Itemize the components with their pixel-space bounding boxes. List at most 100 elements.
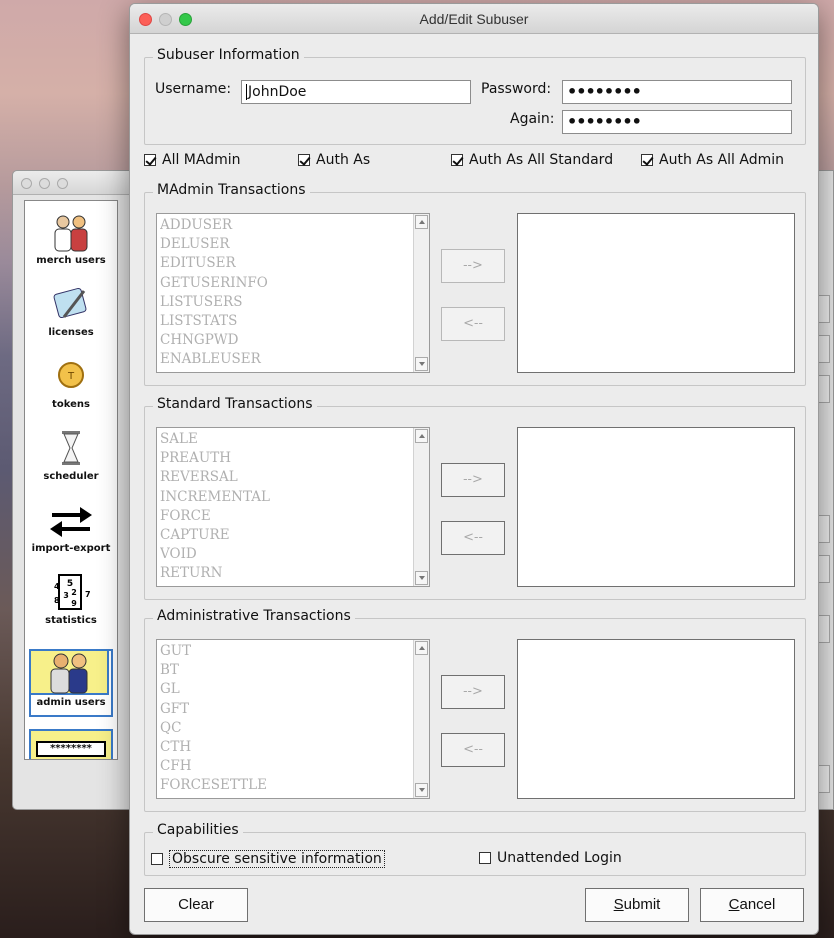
certificate-icon — [46, 285, 96, 325]
list-item[interactable]: CFH — [160, 757, 411, 776]
scroll-up-icon[interactable] — [415, 215, 428, 229]
list-item[interactable]: FORCE — [160, 507, 411, 526]
svg-text:4: 4 — [54, 582, 60, 591]
obscure-sensitive-checkbox[interactable]: Obscure sensitive information — [151, 850, 385, 868]
scroll-down-icon[interactable] — [415, 571, 428, 585]
list-item[interactable]: CAPTURE — [160, 526, 411, 545]
users-icon — [46, 213, 96, 253]
username-value: JohnDoe — [248, 84, 307, 100]
madmin-items: ADDUSER DELUSER EDITUSER GETUSERINFO LISTUSE… — [160, 216, 411, 372]
madmin-available-list[interactable]: ADDUSER DELUSER EDITUSER GETUSERINFO LISTUSE… — [156, 213, 430, 373]
username-field[interactable]: JohnDoe — [241, 80, 471, 104]
password-again-field[interactable]: •••••••• — [562, 110, 792, 134]
sidebar-item-import-export[interactable]: import-export — [25, 497, 117, 569]
unattended-login-checkbox[interactable]: Unattended Login — [479, 850, 622, 866]
administrative-scrollbar[interactable] — [413, 640, 429, 798]
maximize-window-button[interactable] — [179, 13, 192, 26]
list-item[interactable]: CHNGPWD — [160, 331, 411, 350]
standard-transactions-title: Standard Transactions — [153, 396, 317, 412]
cancel-button[interactable]: Cancel — [700, 888, 804, 922]
standard-remove-button[interactable]: <-- — [441, 521, 505, 555]
username-label: Username: — [155, 81, 232, 97]
scroll-down-icon[interactable] — [415, 783, 428, 797]
submit-mnemonic: S — [613, 896, 624, 913]
list-item[interactable]: LISTSTATS — [160, 312, 411, 331]
svg-text:T: T — [67, 371, 75, 382]
list-item[interactable]: VOID — [160, 545, 411, 564]
list-item[interactable]: GUT — [160, 642, 411, 661]
password-mask-label: ******** — [36, 741, 106, 757]
standard-selected-list[interactable] — [517, 427, 795, 587]
sidebar-item-statistics[interactable]: 5239487 statistics — [25, 569, 117, 641]
list-item[interactable]: RETURN — [160, 564, 411, 583]
scroll-up-icon[interactable] — [415, 641, 428, 655]
list-item[interactable]: DELUSER — [160, 235, 411, 254]
list-item[interactable]: FORCESETTLE — [160, 776, 411, 795]
scroll-up-icon[interactable] — [415, 429, 428, 443]
auth-as-all-admin-checkbox[interactable]: Auth As All Admin — [641, 152, 784, 168]
auth-as-all-standard-label: Auth As All Standard — [469, 152, 614, 168]
sidebar-item-merch-users[interactable]: merch users — [25, 209, 117, 281]
sidebar-item-admin-users[interactable]: admin users — [29, 649, 113, 717]
list-item[interactable]: PREAUTH — [160, 449, 411, 468]
list-item[interactable]: LISTUSERS — [160, 293, 411, 312]
standard-scrollbar[interactable] — [413, 428, 429, 586]
administrative-available-list[interactable]: GUT BT GL GFT QC CTH CFH FORCESETTLE — [156, 639, 430, 799]
close-window-button[interactable] — [139, 13, 152, 26]
standard-available-list[interactable]: SALE PREAUTH REVERSAL INCREMENTAL FORCE CAPTU… — [156, 427, 430, 587]
all-madmin-checkbox[interactable]: All MAdmin — [144, 152, 241, 168]
list-item[interactable]: BT — [160, 661, 411, 680]
svg-text:3: 3 — [63, 591, 69, 600]
password-field[interactable]: •••••••• — [562, 80, 792, 104]
cancel-label: ancel — [739, 896, 776, 913]
checkbox-checked-icon — [451, 154, 463, 166]
auth-as-all-admin-label: Auth As All Admin — [659, 152, 785, 168]
statistics-icon: 5239487 — [46, 573, 96, 613]
list-item[interactable]: SALE — [160, 430, 411, 449]
list-item[interactable]: GFT — [160, 700, 411, 719]
auth-as-checkbox[interactable]: Auth As — [298, 152, 370, 168]
hourglass-icon — [46, 429, 96, 469]
auth-as-label: Auth As — [316, 152, 371, 168]
sidebar-item-tokens[interactable]: T tokens — [25, 353, 117, 425]
checkbox-checked-icon — [144, 154, 156, 166]
password-label: Password: — [481, 81, 552, 97]
madmin-selected-list[interactable] — [517, 213, 795, 373]
list-item[interactable]: CTH — [160, 738, 411, 757]
minimize-window-button[interactable] — [159, 13, 172, 26]
sidebar-item-licenses[interactable]: licenses — [25, 281, 117, 353]
sidebar-item-password[interactable]: ******** — [29, 729, 113, 759]
administrative-transactions-title: Administrative Transactions — [153, 608, 355, 624]
list-item[interactable]: ADDUSER — [160, 216, 411, 235]
list-item[interactable]: REVERSAL — [160, 468, 411, 487]
checkbox-unchecked-icon — [151, 853, 163, 865]
administrative-add-button[interactable]: --> — [441, 675, 505, 709]
standard-add-button[interactable]: --> — [441, 463, 505, 497]
madmin-remove-button[interactable]: <-- — [441, 307, 505, 341]
auth-as-all-standard-checkbox[interactable]: Auth As All Standard — [451, 152, 613, 168]
list-item[interactable]: GL — [160, 680, 411, 699]
madmin-add-button[interactable]: --> — [441, 249, 505, 283]
again-label: Again: — [510, 111, 555, 127]
sidebar-item-scheduler[interactable]: scheduler — [25, 425, 117, 497]
list-item[interactable]: INCREMENTAL — [160, 488, 411, 507]
dialog-titlebar: Add/Edit Subuser — [130, 4, 818, 34]
list-item[interactable]: QC — [160, 719, 411, 738]
madmin-transactions-title: MAdmin Transactions — [153, 182, 310, 198]
administrative-selected-list[interactable] — [517, 639, 795, 799]
administrative-transactions-group: Administrative Transactions GUT BT GL GFT QC… — [144, 608, 806, 812]
administrative-remove-button[interactable]: <-- — [441, 733, 505, 767]
obscure-sensitive-label: Obscure sensitive information — [169, 850, 385, 868]
bg-close-dot — [21, 178, 32, 189]
list-item[interactable]: ENABLEUSER — [160, 350, 411, 369]
bg-min-dot — [39, 178, 50, 189]
clear-button[interactable]: Clear — [144, 888, 248, 922]
administrative-items: GUT BT GL GFT QC CTH CFH FORCESETTLE — [160, 642, 411, 798]
list-item[interactable]: GETUSERINFO — [160, 274, 411, 293]
scroll-down-icon[interactable] — [415, 357, 428, 371]
madmin-scrollbar[interactable] — [413, 214, 429, 372]
submit-button[interactable]: Submit — [585, 888, 689, 922]
standard-transactions-group: Standard Transactions SALE PREAUTH REVERSA… — [144, 396, 806, 600]
checkbox-unchecked-icon — [479, 852, 491, 864]
list-item[interactable]: EDITUSER — [160, 254, 411, 273]
